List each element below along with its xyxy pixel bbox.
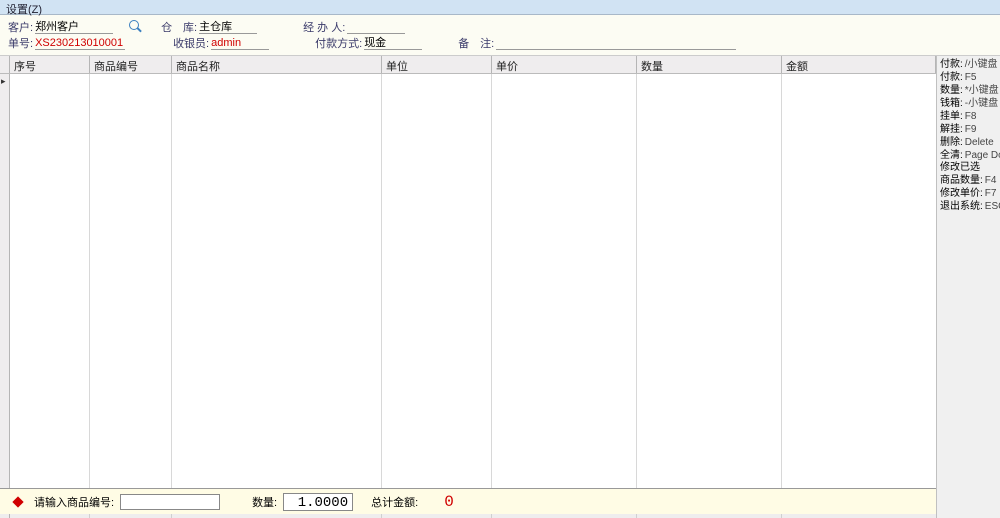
customer-label: 客户: — [8, 19, 33, 35]
hk-label: 删除: — [940, 136, 963, 149]
hk-key: F4 — [985, 174, 997, 187]
hk-key: F7 — [985, 187, 997, 200]
total-label: 总计金额: — [371, 494, 418, 510]
hk-key: *小键盘 — [965, 84, 999, 97]
qty-label: 数量: — [252, 494, 277, 510]
paymethod-label: 付款方式: — [315, 35, 362, 51]
orderno-label: 单号: — [8, 35, 33, 51]
col-qty[interactable]: 数量 — [637, 56, 782, 73]
warehouse-label: 仓 库: — [161, 19, 197, 35]
search-icon[interactable] — [129, 20, 143, 34]
barcode-input[interactable] — [120, 494, 220, 510]
col-price[interactable]: 单价 — [492, 56, 637, 73]
col-amount[interactable]: 金额 — [782, 56, 936, 73]
current-row-indicator-icon: ▸ — [1, 76, 6, 87]
cashier-field: admin — [211, 36, 269, 50]
grid-body[interactable]: ▸ — [0, 74, 936, 502]
hk-key: F9 — [965, 123, 977, 136]
remark-field[interactable] — [496, 36, 736, 50]
settings-menu[interactable]: 设置(Z) — [6, 4, 42, 16]
hk-key: -小键盘 — [965, 97, 998, 110]
diamond-icon — [12, 496, 23, 507]
hk-label: 修改单价: — [940, 187, 983, 200]
grid-header: 序号 商品编号 商品名称 单位 单价 数量 金额 — [0, 56, 936, 74]
hk-label: 退出系统: — [940, 200, 983, 213]
hk-label: 数量: — [940, 84, 963, 97]
col-seq[interactable]: 序号 — [10, 56, 90, 73]
hk-key: F5 — [965, 71, 977, 84]
hk-key: /小键盘 — [965, 58, 998, 71]
col-unit[interactable]: 单位 — [382, 56, 492, 73]
hk-key: Page Down — [965, 149, 1000, 162]
remark-label: 备 注: — [458, 35, 494, 51]
data-grid[interactable]: 序号 商品编号 商品名称 单位 单价 数量 金额 ▸ — [0, 56, 936, 518]
paymethod-field[interactable]: 现金 — [364, 36, 422, 50]
qty-display[interactable]: 1.0000 — [283, 493, 353, 511]
row-marker-gutter: ▸ — [0, 74, 10, 501]
handler-label: 经 办 人: — [303, 19, 345, 35]
title-bar[interactable]: 设置(Z) — [0, 0, 1000, 15]
hk-label: 钱箱: — [940, 97, 963, 110]
col-code[interactable]: 商品编号 — [90, 56, 172, 73]
handler-field[interactable] — [347, 20, 405, 34]
orderno-field: XS230213010001 — [35, 36, 125, 50]
hk-label: 商品数量: — [940, 174, 983, 187]
customer-field[interactable]: 郑州客户 — [35, 20, 113, 34]
hk-key: Delete — [965, 136, 994, 149]
col-name[interactable]: 商品名称 — [172, 56, 382, 73]
warehouse-field[interactable]: 主仓库 — [199, 20, 257, 34]
row-selector-header — [0, 56, 10, 73]
cashier-label: 收银员: — [173, 35, 209, 51]
hk-key: ESC — [985, 200, 1000, 213]
hk-label: 挂单: — [940, 110, 963, 123]
hotkey-panel: 付款:/小键盘 付款:F5 数量:*小键盘 钱箱:-小键盘 挂单:F8 解挂:F… — [936, 56, 1000, 518]
hk-label: 修改已选 — [940, 162, 980, 173]
hk-label: 全清: — [940, 149, 963, 162]
hk-key: F8 — [965, 110, 977, 123]
hk-label: 付款: — [940, 71, 963, 84]
form-header: 客户: 郑州客户 仓 库: 主仓库 经 办 人: 单号: XS230213010… — [0, 15, 1000, 56]
barcode-prompt: 请输入商品编号: — [34, 494, 114, 510]
total-amount: 0 — [444, 493, 454, 511]
hk-label: 解挂: — [940, 123, 963, 136]
bottom-input-bar: 请输入商品编号: 数量: 1.0000 总计金额: 0 — [0, 488, 936, 514]
hk-label: 付款: — [940, 58, 963, 71]
